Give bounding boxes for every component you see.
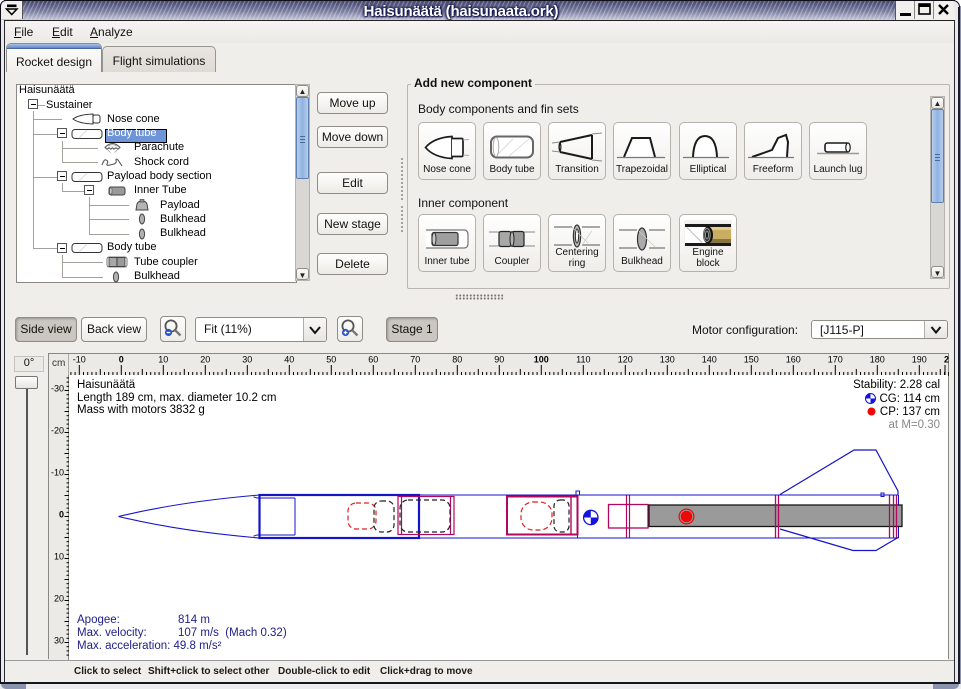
svg-text:140: 140 [702,355,717,365]
svg-text:-10: -10 [51,468,64,478]
svg-text:30: 30 [54,636,64,646]
svg-text:160: 160 [786,355,801,365]
svg-text:80: 80 [452,355,462,365]
svg-text:120: 120 [618,355,633,365]
svg-text:130: 130 [660,355,675,365]
svg-text:200: 200 [944,355,949,365]
svg-text:-10: -10 [73,355,86,365]
svg-text:180: 180 [870,355,885,365]
svg-text:90: 90 [494,355,504,365]
svg-text:70: 70 [410,355,420,365]
svg-text:50: 50 [326,355,336,365]
svg-text:30: 30 [242,355,252,365]
svg-text:-20: -20 [51,426,64,436]
svg-text:20: 20 [200,355,210,365]
svg-text:170: 170 [828,355,843,365]
svg-text:0: 0 [119,355,124,365]
svg-text:40: 40 [284,355,294,365]
svg-text:190: 190 [912,355,927,365]
svg-text:-30: -30 [51,384,64,394]
svg-text:20: 20 [54,594,64,604]
svg-text:150: 150 [744,355,759,365]
svg-text:110: 110 [576,355,590,365]
svg-text:0: 0 [59,510,64,520]
svg-text:10: 10 [158,355,168,365]
svg-text:10: 10 [54,552,64,562]
svg-text:60: 60 [368,355,378,365]
svg-text:100: 100 [534,355,549,365]
